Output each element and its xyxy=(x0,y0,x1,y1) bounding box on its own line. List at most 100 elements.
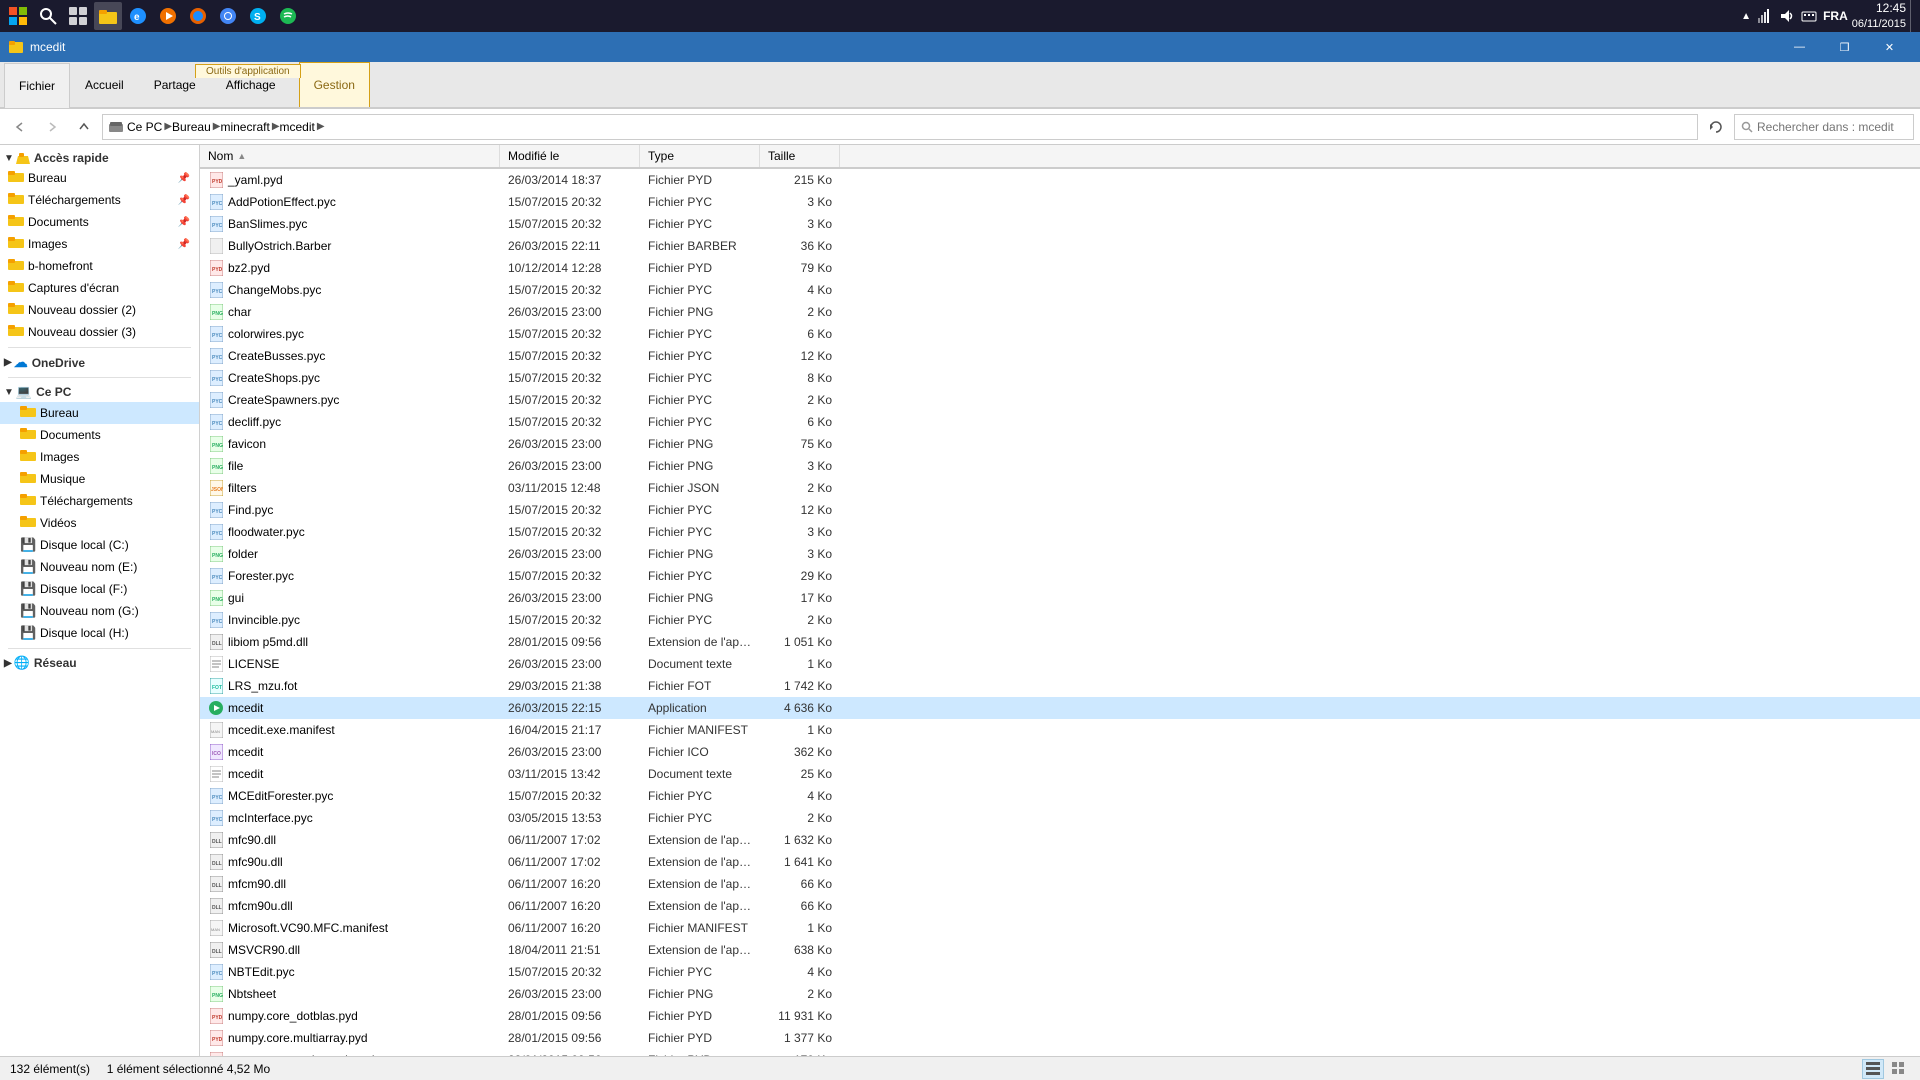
table-row[interactable]: PYC colorwires.pyc 15/07/2015 20:32 Fich… xyxy=(200,323,1920,345)
sidebar-item-captures[interactable]: Captures d'écran xyxy=(0,277,199,299)
forward-button[interactable] xyxy=(38,115,66,139)
sidebar-item-drive-g[interactable]: 💾 Nouveau nom (G:) xyxy=(0,600,199,622)
search-taskbar-icon[interactable] xyxy=(34,2,62,30)
tray-expand[interactable]: ▲ xyxy=(1741,11,1751,22)
table-row[interactable]: PNG folder 26/03/2015 23:00 Fichier PNG … xyxy=(200,543,1920,565)
table-row[interactable]: PYC floodwater.pyc 15/07/2015 20:32 Fich… xyxy=(200,521,1920,543)
spotify-icon[interactable] xyxy=(274,2,302,30)
skype-icon[interactable]: S xyxy=(244,2,272,30)
table-row[interactable]: MAN mcedit.exe.manifest 16/04/2015 21:17… xyxy=(200,719,1920,741)
windows-button[interactable] xyxy=(4,2,32,30)
table-row[interactable]: PNG file 26/03/2015 23:00 Fichier PNG 3 … xyxy=(200,455,1920,477)
show-desktop[interactable] xyxy=(1910,0,1916,32)
table-row[interactable]: PNG Nbtsheet 26/03/2015 23:00 Fichier PN… xyxy=(200,983,1920,1005)
sidebar-item-drive-c[interactable]: 💾 Disque local (C:) xyxy=(0,534,199,556)
col-header-size[interactable]: Taille xyxy=(760,145,840,167)
table-row[interactable]: PYC Forester.pyc 15/07/2015 20:32 Fichie… xyxy=(200,565,1920,587)
col-header-name[interactable]: Nom ▲ xyxy=(200,145,500,167)
breadcrumb[interactable]: Ce PC ▶ Bureau ▶ minecraft ▶ mcedit ▶ xyxy=(102,114,1698,140)
sidebar-item-drive-e[interactable]: 💾 Nouveau nom (E:) xyxy=(0,556,199,578)
back-button[interactable] xyxy=(6,115,34,139)
ie-taskbar-icon[interactable]: e xyxy=(124,2,152,30)
table-row[interactable]: PYD numpy.core.multiarray.pyd 28/01/2015… xyxy=(200,1027,1920,1049)
sidebar-item-documents-qa[interactable]: Documents 📌 xyxy=(0,211,199,233)
table-row[interactable]: PYC CreateSpawners.pyc 15/07/2015 20:32 … xyxy=(200,389,1920,411)
col-header-type[interactable]: Type xyxy=(640,145,760,167)
sidebar-item-bhomefront[interactable]: b-homefront xyxy=(0,255,199,277)
quick-access-expander[interactable]: ▼ Accès rapide xyxy=(0,149,199,167)
table-row[interactable]: DLL mfcm90u.dll 06/11/2007 16:20 Extensi… xyxy=(200,895,1920,917)
sidebar-item-bureau-pc[interactable]: Bureau xyxy=(0,402,199,424)
network-expander[interactable]: ▶ 🌐 Réseau xyxy=(0,653,199,673)
close-button[interactable]: ✕ xyxy=(1867,32,1912,62)
onedrive-expander[interactable]: ▶ ☁ OneDrive xyxy=(0,352,199,373)
taskview-icon[interactable] xyxy=(64,2,92,30)
table-row[interactable]: DLL mfcm90.dll 06/11/2007 16:20 Extensio… xyxy=(200,873,1920,895)
sidebar-item-bureau-qa[interactable]: Bureau 📌 xyxy=(0,167,199,189)
sidebar-item-documents-pc[interactable]: Documents xyxy=(0,424,199,446)
minimize-button[interactable]: — xyxy=(1777,32,1822,62)
table-row[interactable]: PYC Find.pyc 15/07/2015 20:32 Fichier PY… xyxy=(200,499,1920,521)
table-row[interactable]: PYC decliff.pyc 15/07/2015 20:32 Fichier… xyxy=(200,411,1920,433)
table-row[interactable]: BullyOstrich.Barber 26/03/2015 22:11 Fic… xyxy=(200,235,1920,257)
table-row[interactable]: DLL mfc90.dll 06/11/2007 17:02 Extension… xyxy=(200,829,1920,851)
col-header-modified[interactable]: Modifié le xyxy=(500,145,640,167)
table-row[interactable]: PNG favicon 26/03/2015 23:00 Fichier PNG… xyxy=(200,433,1920,455)
table-row[interactable]: PNG char 26/03/2015 23:00 Fichier PNG 2 … xyxy=(200,301,1920,323)
sidebar-item-images-qa[interactable]: Images 📌 xyxy=(0,233,199,255)
table-row[interactable]: PYC BanSlimes.pyc 15/07/2015 20:32 Fichi… xyxy=(200,213,1920,235)
sidebar-item-telecharge-pc[interactable]: Téléchargements xyxy=(0,490,199,512)
table-row[interactable]: PNG gui 26/03/2015 23:00 Fichier PNG 17 … xyxy=(200,587,1920,609)
firefox-icon[interactable] xyxy=(184,2,212,30)
table-row[interactable]: FOT LRS_mzu.fot 29/03/2015 21:38 Fichier… xyxy=(200,675,1920,697)
table-row[interactable]: LICENSE 26/03/2015 23:00 Document texte … xyxy=(200,653,1920,675)
cepc-expander[interactable]: ▼ 💻 Ce PC xyxy=(0,382,199,402)
sidebar-item-drive-h[interactable]: 💾 Disque local (H:) xyxy=(0,622,199,644)
search-box[interactable] xyxy=(1734,114,1914,140)
search-input[interactable] xyxy=(1757,120,1907,134)
table-row[interactable]: PYC AddPotionEffect.pyc 15/07/2015 20:32… xyxy=(200,191,1920,213)
table-row[interactable]: PYC CreateShops.pyc 15/07/2015 20:32 Fic… xyxy=(200,367,1920,389)
file-type-icon: PYC xyxy=(208,964,224,980)
sidebar-item-images-pc[interactable]: Images xyxy=(0,446,199,468)
breadcrumb-bureau[interactable]: Bureau ▶ xyxy=(172,120,220,134)
table-row[interactable]: PYD numpy.core.scalarmath.pyd 28/01/2015… xyxy=(200,1049,1920,1056)
table-row[interactable]: DLL mfc90u.dll 06/11/2007 17:02 Extensio… xyxy=(200,851,1920,873)
table-row[interactable]: PYC MCEditForester.pyc 15/07/2015 20:32 … xyxy=(200,785,1920,807)
table-row[interactable]: JSON filters 03/11/2015 12:48 Fichier JS… xyxy=(200,477,1920,499)
refresh-button[interactable] xyxy=(1702,115,1730,139)
file-explorer-taskbar-icon[interactable] xyxy=(94,2,122,30)
table-row[interactable]: mcedit 26/03/2015 22:15 Application 4 63… xyxy=(200,697,1920,719)
table-row[interactable]: DLL MSVCR90.dll 18/04/2011 21:51 Extensi… xyxy=(200,939,1920,961)
restore-button[interactable]: ❒ xyxy=(1822,32,1867,62)
table-row[interactable]: PYD numpy.core_dotblas.pyd 28/01/2015 09… xyxy=(200,1005,1920,1027)
table-row[interactable]: PYC mcInterface.pyc 03/05/2015 13:53 Fic… xyxy=(200,807,1920,829)
media-player-icon[interactable] xyxy=(154,2,182,30)
table-row[interactable]: PYC CreateBusses.pyc 15/07/2015 20:32 Fi… xyxy=(200,345,1920,367)
breadcrumb-minecraft[interactable]: minecraft ▶ xyxy=(220,120,279,134)
chrome-icon[interactable] xyxy=(214,2,242,30)
table-row[interactable]: mcedit 03/11/2015 13:42 Document texte 2… xyxy=(200,763,1920,785)
details-view-button[interactable] xyxy=(1862,1059,1884,1079)
tab-gestion[interactable]: Gestion xyxy=(299,62,370,107)
table-row[interactable]: PYD _yaml.pyd 26/03/2014 18:37 Fichier P… xyxy=(200,169,1920,191)
table-row[interactable]: PYC Invincible.pyc 15/07/2015 20:32 Fich… xyxy=(200,609,1920,631)
table-row[interactable]: PYC NBTEdit.pyc 15/07/2015 20:32 Fichier… xyxy=(200,961,1920,983)
breadcrumb-cepc[interactable]: Ce PC ▶ xyxy=(109,120,172,134)
large-icons-view-button[interactable] xyxy=(1888,1059,1910,1079)
breadcrumb-mcedit[interactable]: mcedit ▶ xyxy=(280,120,325,134)
sidebar-item-videos[interactable]: Vidéos xyxy=(0,512,199,534)
up-button[interactable] xyxy=(70,115,98,139)
table-row[interactable]: PYC ChangeMobs.pyc 15/07/2015 20:32 Fich… xyxy=(200,279,1920,301)
sidebar-item-telecharge-qa[interactable]: Téléchargements 📌 xyxy=(0,189,199,211)
sidebar-item-newdos2[interactable]: Nouveau dossier (2) xyxy=(0,299,199,321)
table-row[interactable]: PYD bz2.pyd 10/12/2014 12:28 Fichier PYD… xyxy=(200,257,1920,279)
sidebar-item-musique[interactable]: Musique xyxy=(0,468,199,490)
table-row[interactable]: DLL libiom p5md.dll 28/01/2015 09:56 Ext… xyxy=(200,631,1920,653)
table-row[interactable]: ICO mcedit 26/03/2015 23:00 Fichier ICO … xyxy=(200,741,1920,763)
sidebar-item-drive-f[interactable]: 💾 Disque local (F:) xyxy=(0,578,199,600)
tab-fichier[interactable]: Fichier xyxy=(4,63,70,108)
table-row[interactable]: MAN Microsoft.VC90.MFC.manifest 06/11/20… xyxy=(200,917,1920,939)
sidebar-item-newdos3[interactable]: Nouveau dossier (3) xyxy=(0,321,199,343)
tab-accueil[interactable]: Accueil xyxy=(70,62,139,107)
